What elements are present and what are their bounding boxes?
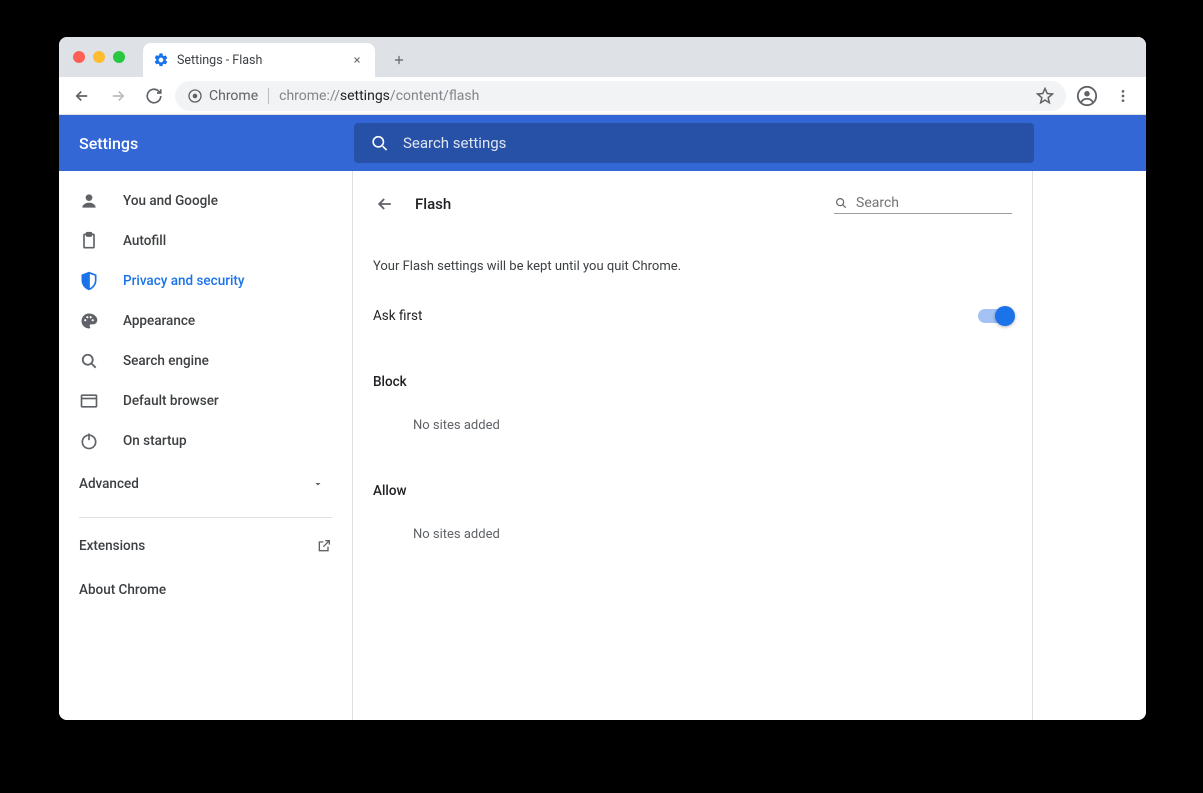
browser-toolbar: Chrome chrome://settings/content/flash [59, 77, 1146, 115]
person-icon [79, 191, 99, 211]
sidebar-item-search-engine[interactable]: Search engine [59, 341, 352, 381]
browser-window: Settings - Flash Chrome chrome://setting… [59, 37, 1146, 720]
sidebar-item-label: Privacy and security [123, 273, 245, 289]
sidebar-advanced-toggle[interactable]: Advanced [59, 461, 352, 507]
sidebar-item-privacy-and-security[interactable]: Privacy and security [59, 261, 352, 301]
profile-button[interactable] [1072, 81, 1102, 111]
sidebar-item-default-browser[interactable]: Default browser [59, 381, 352, 421]
maximize-window-button[interactable] [113, 51, 125, 63]
bookmark-star-icon[interactable] [1036, 87, 1054, 105]
about-label: About Chrome [79, 582, 166, 598]
page-search-input[interactable] [856, 195, 1012, 211]
tab-close-button[interactable] [349, 52, 365, 68]
settings-search[interactable] [354, 123, 1034, 163]
content-wrap: Flash Your Flash settings will be kept u… [353, 171, 1146, 720]
settings-search-input[interactable] [403, 134, 1018, 152]
toggle-knob [995, 306, 1015, 326]
palette-icon [79, 311, 99, 331]
page-title: Flash [415, 195, 451, 213]
power-icon [79, 431, 99, 451]
site-chip-label: Chrome [209, 88, 258, 104]
notice-text: Your Flash settings will be kept until y… [373, 259, 1012, 274]
clipboard-icon [79, 231, 99, 251]
gear-icon [153, 52, 169, 68]
sidebar-item-label: On startup [123, 433, 187, 449]
new-tab-button[interactable] [385, 46, 413, 74]
ask-first-row: Ask first [373, 308, 1012, 324]
divider [79, 517, 332, 518]
back-button[interactable] [67, 81, 97, 111]
tab-title: Settings - Flash [177, 53, 341, 68]
tab-strip: Settings - Flash [59, 37, 1146, 77]
sidebar-item-autofill[interactable]: Autofill [59, 221, 352, 261]
chevron-down-icon [312, 478, 324, 490]
sidebar-item-extensions[interactable]: Extensions [59, 524, 352, 568]
app-title: Settings [79, 134, 354, 153]
allow-section-label: Allow [373, 483, 1012, 499]
sidebar-item-you-and-google[interactable]: You and Google [59, 181, 352, 221]
browser-icon [79, 391, 99, 411]
extensions-label: Extensions [79, 538, 145, 554]
reload-button[interactable] [139, 81, 169, 111]
menu-button[interactable] [1108, 81, 1138, 111]
search-icon [370, 133, 389, 153]
minimize-window-button[interactable] [93, 51, 105, 63]
forward-button[interactable] [103, 81, 133, 111]
sidebar-item-label: Default browser [123, 393, 219, 409]
advanced-label: Advanced [79, 476, 139, 492]
search-icon [79, 351, 99, 371]
page-header: Flash [373, 189, 1012, 219]
chrome-icon [187, 88, 203, 104]
open-in-new-icon [316, 538, 332, 554]
block-section-label: Block [373, 374, 1012, 390]
allow-empty-text: No sites added [373, 527, 1012, 542]
window-controls [69, 37, 131, 77]
sidebar-item-appearance[interactable]: Appearance [59, 301, 352, 341]
sidebar-item-label: Autofill [123, 233, 166, 249]
ask-first-toggle[interactable] [978, 309, 1012, 323]
settings-header: Settings [59, 115, 1146, 171]
site-chip: Chrome [187, 88, 269, 104]
page-search[interactable] [834, 195, 1012, 214]
sidebar-item-label: Appearance [123, 313, 195, 329]
app-body: You and Google Autofill Privacy and secu… [59, 171, 1146, 720]
block-empty-text: No sites added [373, 418, 1012, 433]
sidebar-item-label: Search engine [123, 353, 209, 369]
address-bar[interactable]: Chrome chrome://settings/content/flash [175, 81, 1066, 111]
ask-first-label: Ask first [373, 308, 422, 324]
shield-icon [79, 271, 99, 291]
close-window-button[interactable] [73, 51, 85, 63]
back-arrow-button[interactable] [373, 192, 397, 216]
sidebar-item-label: You and Google [123, 193, 218, 209]
sidebar-item-about-chrome[interactable]: About Chrome [59, 568, 352, 612]
content-panel: Flash Your Flash settings will be kept u… [353, 171, 1033, 720]
sidebar-item-on-startup[interactable]: On startup [59, 421, 352, 461]
browser-tab[interactable]: Settings - Flash [143, 43, 375, 77]
url-text: chrome://settings/content/flash [279, 88, 479, 104]
sidebar: You and Google Autofill Privacy and secu… [59, 171, 353, 720]
search-icon [834, 195, 848, 211]
